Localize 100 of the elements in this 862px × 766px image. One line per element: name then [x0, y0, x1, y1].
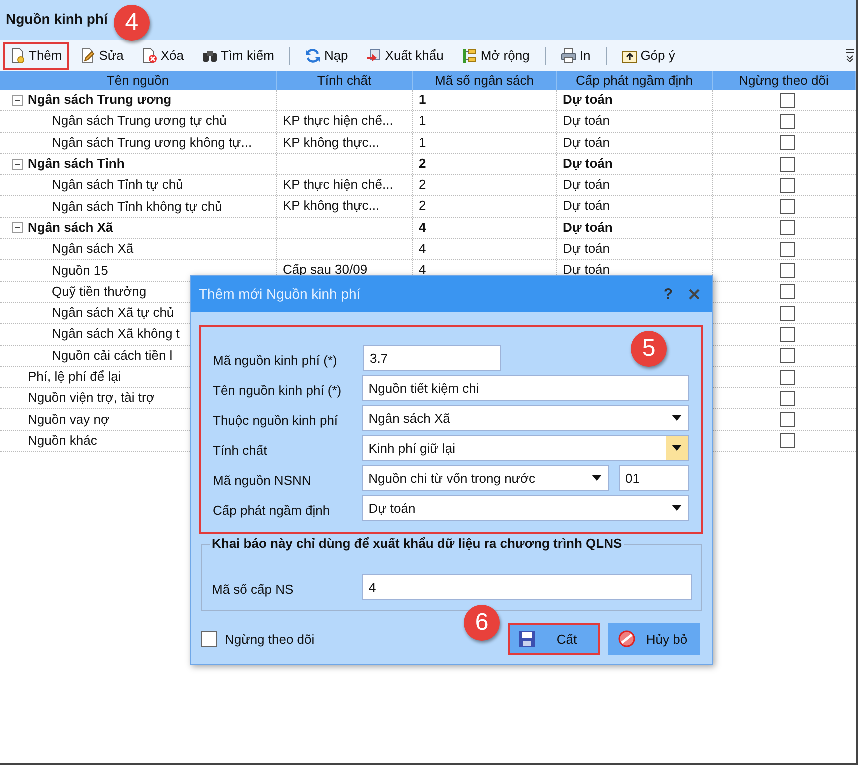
- toolbar-button[interactable]: Thêm: [3, 42, 70, 70]
- table-cell: KP không thực...: [283, 134, 380, 150]
- input-field[interactable]: Nguồn tiết kiệm chi: [362, 375, 689, 401]
- input-field[interactable]: 4: [362, 574, 692, 600]
- row-name: Nguồn vay nợ: [28, 410, 110, 429]
- checkbox[interactable]: [780, 114, 795, 129]
- toolbar-button[interactable]: Góp ý: [614, 42, 682, 70]
- table-cell: 1: [419, 92, 426, 107]
- row-name: Ngân sách Xã: [52, 240, 134, 258]
- row-name: Nguồn 15: [52, 262, 108, 280]
- export-icon: [366, 48, 382, 64]
- toolbar-button[interactable]: In: [554, 42, 598, 70]
- toolbar-button[interactable]: Tìm kiếm: [194, 42, 282, 70]
- table-cell: 1: [419, 113, 426, 128]
- checkbox[interactable]: [780, 326, 795, 342]
- row-name: Ngân sách Tỉnh: [28, 155, 125, 174]
- checkbox[interactable]: [201, 631, 217, 647]
- dropdown-field[interactable]: Nguồn chi từ vốn trong nước: [362, 465, 609, 491]
- checkbox[interactable]: [780, 433, 795, 448]
- column-header[interactable]: Cấp phát ngầm định: [557, 71, 713, 90]
- column-header[interactable]: Tên nguồn: [0, 71, 277, 90]
- checkbox[interactable]: [780, 263, 795, 278]
- dropdown-arrow-icon: [672, 445, 682, 451]
- toolbar-button[interactable]: Xóa: [134, 42, 191, 70]
- checkbox[interactable]: [780, 135, 795, 150]
- table-cell: 4: [419, 262, 426, 278]
- row-name: Nguồn khác: [28, 432, 98, 450]
- tree-icon: [462, 48, 478, 64]
- checkbox[interactable]: [780, 370, 795, 384]
- dropdown-arrow-icon: [672, 415, 682, 421]
- table-cell: Dự toán: [563, 177, 610, 192]
- table-cell: KP thực hiện chế...: [283, 113, 394, 128]
- table-cell: 2: [419, 177, 426, 192]
- collapse-icon[interactable]: [12, 158, 23, 170]
- toolbar-button[interactable]: Sửa: [73, 42, 131, 70]
- table-cell: Dự toán: [563, 262, 610, 278]
- checkbox[interactable]: [780, 412, 795, 428]
- group-title: Khai báo này chỉ dùng để xuất khẩu dữ liệu ra chương trình QLNS: [210, 536, 624, 551]
- column-header[interactable]: Ngừng theo dõi: [713, 71, 856, 90]
- dialog-button[interactable]: Cất: [508, 623, 600, 655]
- field-label: Mã nguồn NSNN: [213, 472, 312, 488]
- checkbox[interactable]: [780, 306, 795, 321]
- toolbar-button[interactable]: Xuất khẩu: [359, 42, 451, 70]
- table-cell: Dự toán: [563, 92, 613, 107]
- row-name: Ngân sách Tỉnh không tự chủ: [52, 198, 222, 216]
- checkbox[interactable]: [780, 156, 795, 172]
- row-name: Phí, lệ phí để lại: [28, 368, 122, 386]
- column-header[interactable]: Mã số ngân sách: [413, 71, 557, 90]
- field-label: Mã số cấp NS: [212, 580, 295, 596]
- table-cell: KP thực hiện chế...: [283, 177, 394, 192]
- dropdown-arrow-icon: [672, 505, 682, 511]
- table-cell: Dự toán: [563, 156, 613, 171]
- row-name: Ngân sách Tỉnh tự chủ: [52, 176, 184, 194]
- field-label: Thuộc nguồn kinh phí: [213, 412, 340, 428]
- table-cell: 4: [419, 241, 426, 256]
- checkbox[interactable]: [780, 199, 795, 214]
- table-cell: 1: [419, 134, 426, 150]
- dropdown-field[interactable]: Dự toán: [362, 495, 689, 521]
- field-label: Mã nguồn kinh phí (*): [213, 352, 338, 368]
- row-name: Ngân sách Xã không t: [52, 325, 180, 344]
- column-header[interactable]: Tính chất: [277, 71, 413, 90]
- checkbox-label: Ngừng theo dõi: [225, 632, 315, 646]
- checkbox[interactable]: [780, 390, 795, 406]
- table-cell: Dự toán: [563, 113, 610, 128]
- input-field[interactable]: 3.7: [363, 345, 501, 371]
- row-name: Quỹ tiền thưởng: [52, 282, 147, 301]
- dropdown-field[interactable]: Ngân sách Xã: [362, 405, 689, 431]
- checkbox[interactable]: [780, 178, 795, 193]
- table-cell: Dự toán: [563, 220, 613, 235]
- row-name: Ngân sách Trung ương: [28, 91, 172, 110]
- dialog-button[interactable]: Hủy bỏ: [608, 623, 700, 655]
- help-button[interactable]: ?: [664, 286, 673, 302]
- checkbox[interactable]: [780, 284, 795, 300]
- row-name: Nguồn viện trợ, tài trợ: [28, 389, 155, 408]
- collapse-icon[interactable]: [12, 222, 23, 234]
- table-cell: 2: [419, 198, 426, 214]
- dropdown-arrow-icon: [592, 475, 602, 481]
- dropdown-field[interactable]: Kinh phí giữ lại: [362, 435, 689, 461]
- table-cell: Dự toán: [563, 198, 610, 214]
- table-cell: 2: [419, 156, 426, 171]
- overflow-icon[interactable]: [846, 48, 854, 62]
- pencil-icon: [80, 48, 96, 64]
- checkbox[interactable]: [780, 92, 795, 108]
- dialog-title: Thêm mới Nguồn kinh phí: [199, 286, 362, 302]
- table-cell: Dự toán: [563, 241, 610, 256]
- table-cell: KP không thực...: [283, 198, 380, 214]
- checkbox[interactable]: [780, 242, 795, 257]
- toolbar-button[interactable]: Mở rộng: [454, 42, 537, 70]
- checkbox[interactable]: [780, 348, 795, 364]
- table-cell: 4: [419, 220, 426, 235]
- field-label: Tên nguồn kinh phí (*): [213, 382, 343, 398]
- toolbar-button[interactable]: Nạp: [298, 42, 356, 70]
- refresh-icon: [305, 48, 322, 64]
- window-title: Nguồn kinh phí: [6, 11, 108, 27]
- checkbox[interactable]: [780, 220, 795, 236]
- close-icon[interactable]: [689, 288, 700, 300]
- printer-icon: [560, 48, 577, 64]
- input-field[interactable]: 01: [618, 465, 689, 491]
- collapse-icon[interactable]: [12, 94, 23, 106]
- field-label: Tính chất: [213, 442, 268, 458]
